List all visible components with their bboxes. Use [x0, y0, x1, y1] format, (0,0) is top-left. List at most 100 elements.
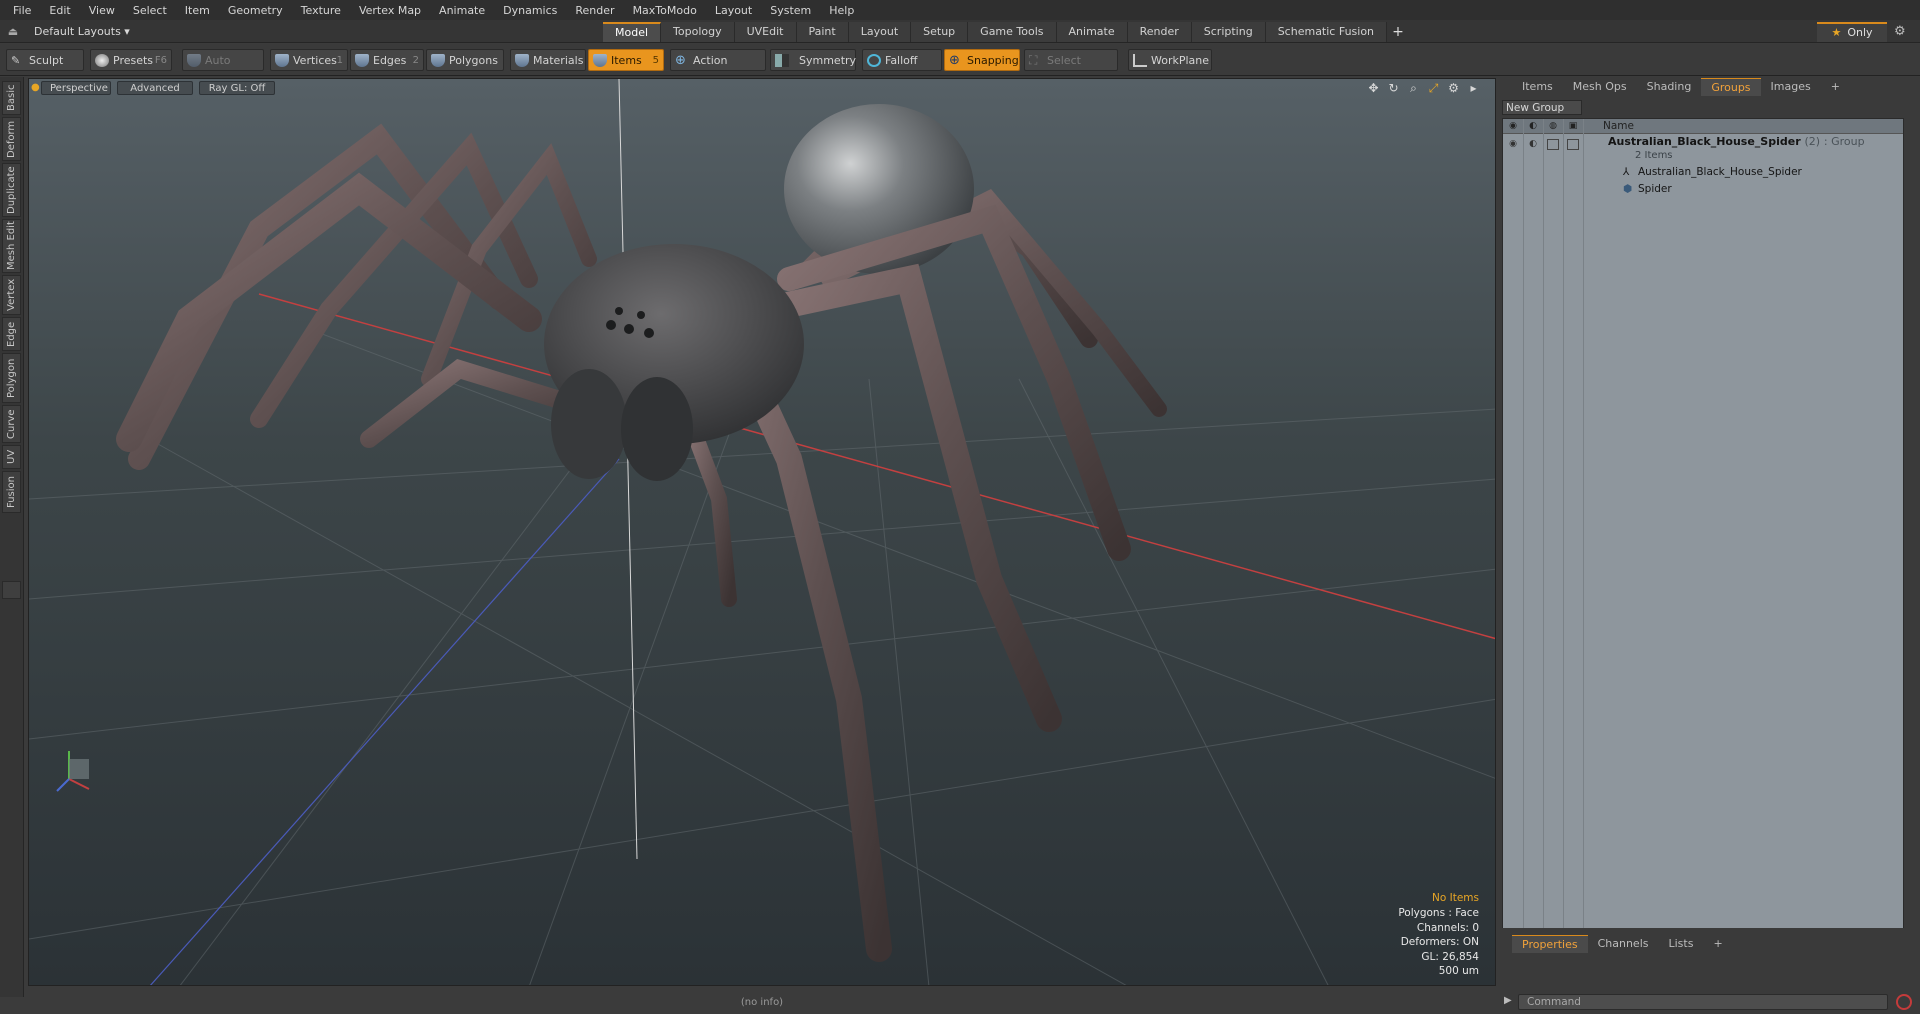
tab-layout[interactable]: Layout	[848, 22, 912, 42]
menu-file[interactable]: File	[4, 4, 40, 17]
materials-label: Materials	[533, 54, 584, 67]
rotate-icon[interactable]: ↻	[1386, 81, 1401, 96]
command-history-icon[interactable]: ▶	[1504, 995, 1512, 1006]
items-button[interactable]: Items 5	[588, 49, 664, 71]
left-tab-vertex[interactable]: Vertex	[2, 275, 21, 315]
menu-dynamics[interactable]: Dynamics	[494, 4, 566, 17]
viewport-expand-icon[interactable]: ▸	[1466, 81, 1481, 96]
tab-groups[interactable]: Groups	[1701, 78, 1761, 96]
fit-icon[interactable]: ⤢	[1426, 81, 1441, 96]
add-tab-button[interactable]: +	[1387, 22, 1409, 42]
falloff-button[interactable]: Falloff	[862, 49, 942, 71]
select-through-button[interactable]: ⛶ Select Through	[1024, 49, 1118, 89]
info-scale: 500 um	[1438, 965, 1479, 978]
sculpt-button[interactable]: ✎ Sculpt	[6, 49, 84, 71]
stop-icon[interactable]	[1896, 994, 1912, 1010]
view-type-button[interactable]: Perspective	[41, 81, 111, 95]
polygons-button[interactable]: Polygons	[426, 49, 504, 71]
menu-layout[interactable]: Layout	[706, 4, 761, 17]
left-tab-deform[interactable]: Deform	[2, 117, 21, 161]
items-label: Items	[611, 54, 642, 67]
menu-system[interactable]: System	[761, 4, 820, 17]
tab-animate[interactable]: Animate	[1056, 22, 1128, 42]
layout-collapse-icon[interactable]: ⏏	[6, 25, 20, 39]
left-tab-mesh-edit[interactable]: Mesh Edit	[2, 219, 21, 273]
tab-images[interactable]: Images	[1761, 78, 1821, 96]
tab-channels[interactable]: Channels	[1588, 935, 1659, 953]
tab-uvedit[interactable]: UVEdit	[734, 22, 797, 42]
tab-mesh-ops[interactable]: Mesh Ops	[1563, 78, 1637, 96]
tab-setup[interactable]: Setup	[911, 22, 969, 42]
menu-maxtomodo[interactable]: MaxToModo	[624, 4, 706, 17]
menu-render[interactable]: Render	[566, 4, 623, 17]
vertices-button[interactable]: Vertices 1	[270, 49, 348, 71]
tab-scripting[interactable]: Scripting	[1191, 22, 1266, 42]
tab-properties[interactable]: Properties	[1512, 935, 1588, 953]
group-lock-checkbox[interactable]	[1547, 139, 1559, 150]
name-column-header[interactable]: Name	[1603, 120, 1634, 132]
workplane-button[interactable]: WorkPlane	[1128, 49, 1212, 71]
workplane-label: WorkPlane	[1151, 54, 1210, 67]
menu-item[interactable]: Item	[176, 4, 219, 17]
group-child-label: Spider	[1638, 183, 1672, 195]
group-select-checkbox[interactable]	[1567, 139, 1579, 150]
new-group-button[interactable]: New Group	[1502, 100, 1582, 115]
symmetry-button[interactable]: Symmetry	[770, 49, 856, 71]
tab-lists[interactable]: Lists	[1659, 935, 1704, 953]
tab-game-tools[interactable]: Game Tools	[968, 22, 1057, 42]
snapping-button[interactable]: ⊕ Snapping	[944, 49, 1020, 71]
tab-paint[interactable]: Paint	[796, 22, 849, 42]
render-icon[interactable]: ◐	[1527, 121, 1539, 132]
left-tab-polygon[interactable]: Polygon	[2, 353, 21, 403]
visibility-icon[interactable]: ◉	[1507, 121, 1519, 132]
auto-select-button[interactable]: Auto Select	[182, 49, 264, 89]
tab-topology[interactable]: Topology	[661, 22, 735, 42]
lock-icon[interactable]: ◍	[1547, 121, 1559, 132]
groups-list[interactable]: ◉ ◐ ◍ ▣ Name ◉ ◐ Australian_Black_House_…	[1502, 118, 1904, 965]
menu-view[interactable]: View	[80, 4, 124, 17]
left-tab-uv[interactable]: UV	[2, 445, 21, 469]
gear-icon[interactable]: ⚙	[1894, 24, 1906, 39]
zoom-icon[interactable]: ⌕	[1406, 81, 1421, 96]
layout-dropdown[interactable]: ⏏ Default Layouts ▾	[6, 23, 130, 40]
command-input[interactable]: Command	[1518, 994, 1888, 1010]
left-tab-basic[interactable]: Basic	[2, 81, 21, 115]
menu-geometry[interactable]: Geometry	[219, 4, 292, 17]
tab-render[interactable]: Render	[1127, 22, 1192, 42]
tab-items[interactable]: Items	[1512, 78, 1563, 96]
action-center-button[interactable]: ⊕ Action Center	[670, 49, 766, 89]
palette-collapse-button[interactable]	[2, 581, 21, 599]
add-properties-tab-button[interactable]: +	[1703, 935, 1732, 953]
left-tab-duplicate[interactable]: Duplicate	[2, 163, 21, 217]
presets-button[interactable]: Presets F6	[90, 49, 172, 71]
group-visibility-icon[interactable]: ◉	[1507, 139, 1519, 150]
menu-help[interactable]: Help	[820, 4, 863, 17]
edges-button[interactable]: Edges 2	[350, 49, 424, 71]
column-divider	[1563, 119, 1564, 965]
menu-edit[interactable]: Edit	[40, 4, 79, 17]
group-render-icon[interactable]: ◐	[1527, 139, 1539, 150]
viewport-menu-icon[interactable]: ●	[31, 81, 40, 95]
info-gl: GL: 26,854	[1421, 950, 1479, 963]
only-button[interactable]: ★ Only	[1817, 22, 1887, 42]
viewport-settings-icon[interactable]: ⚙	[1446, 81, 1461, 96]
tab-shading[interactable]: Shading	[1637, 78, 1702, 96]
tab-model[interactable]: Model	[603, 22, 662, 42]
pan-icon[interactable]: ✥	[1366, 81, 1381, 96]
menu-select[interactable]: Select	[124, 4, 176, 17]
left-tab-fusion[interactable]: Fusion	[2, 471, 21, 513]
vertices-label: Vertices	[293, 54, 337, 67]
tab-schematic-fusion[interactable]: Schematic Fusion	[1265, 22, 1388, 42]
menu-animate[interactable]: Animate	[430, 4, 494, 17]
menu-vertex-map[interactable]: Vertex Map	[350, 4, 430, 17]
materials-button[interactable]: Materials	[510, 49, 586, 71]
left-tab-curve[interactable]: Curve	[2, 405, 21, 443]
spider-fang-left	[551, 369, 627, 479]
add-panel-tab-button[interactable]: +	[1821, 78, 1850, 96]
menu-texture[interactable]: Texture	[292, 4, 350, 17]
left-tab-edge[interactable]: Edge	[2, 317, 21, 351]
shading-mode-button[interactable]: Advanced	[117, 81, 193, 95]
select-icon[interactable]: ▣	[1567, 121, 1579, 132]
3d-viewport[interactable]: ● Perspective Advanced Ray GL: Off ✥ ↻ ⌕…	[28, 78, 1496, 986]
raygl-toggle[interactable]: Ray GL: Off	[199, 81, 275, 95]
